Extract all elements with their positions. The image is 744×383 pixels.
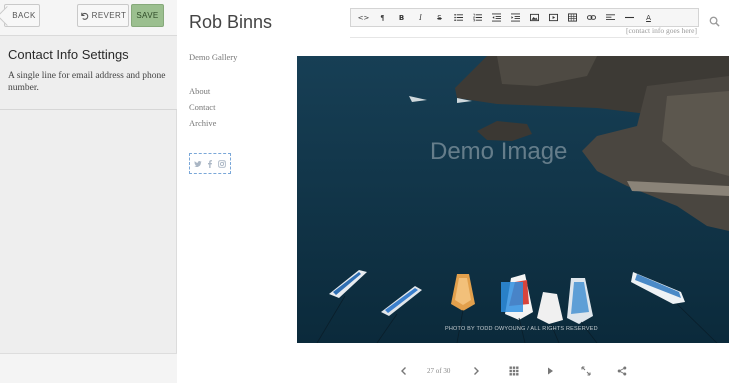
save-button[interactable]: SAVE — [131, 4, 164, 27]
undo-icon — [80, 12, 88, 20]
unordered-list-button[interactable] — [449, 9, 468, 26]
align-button[interactable] — [601, 9, 620, 26]
outdent-icon — [492, 13, 501, 22]
share-icon — [617, 366, 627, 376]
font-color-button[interactable]: A — [639, 9, 658, 26]
outdent-button[interactable] — [487, 9, 506, 26]
insert-image-button[interactable] — [525, 9, 544, 26]
revert-button-label: REVERT — [91, 11, 127, 20]
horizontal-rule-icon — [625, 16, 634, 19]
link-icon — [587, 15, 596, 20]
italic-button[interactable]: I — [411, 9, 430, 26]
bold-icon: B — [398, 13, 405, 22]
rich-text-toolbar: <> ¶ B I S A — [350, 8, 699, 27]
align-left-icon — [606, 14, 615, 21]
back-button-label: BACK — [12, 11, 36, 20]
italic-icon: I — [419, 13, 422, 22]
twitter-icon[interactable] — [194, 160, 202, 168]
search-icon[interactable] — [709, 16, 720, 27]
contact-info-settings-section: Contact Info Settings A single line for … — [0, 36, 177, 110]
revert-button[interactable]: REVERT — [77, 4, 129, 27]
chevron-left-icon — [401, 367, 406, 375]
insert-table-button[interactable] — [563, 9, 582, 26]
settings-panel: BACK REVERT SAVE Contact Info Settings A… — [0, 0, 177, 383]
panel-toolbar: BACK REVERT SAVE — [0, 0, 177, 36]
slideshow-play-button[interactable] — [545, 366, 555, 376]
settings-description: A single line for email address and phon… — [8, 71, 166, 93]
chevron-right-icon — [474, 367, 479, 375]
bold-button[interactable]: B — [392, 9, 411, 26]
indent-button[interactable] — [506, 9, 525, 26]
horizontal-rule-button[interactable] — [620, 9, 639, 26]
save-button-label: SAVE — [136, 11, 159, 20]
video-icon — [549, 13, 558, 22]
nav-link-about[interactable]: About — [189, 86, 210, 96]
ordered-list-icon — [473, 13, 482, 22]
facebook-icon[interactable] — [206, 159, 214, 168]
previous-image-button[interactable] — [399, 366, 409, 376]
site-title[interactable]: Rob Binns — [189, 12, 272, 33]
insert-video-button[interactable] — [544, 9, 563, 26]
settings-title: Contact Info Settings — [8, 47, 129, 62]
social-links[interactable] — [189, 153, 231, 174]
expand-icon — [581, 366, 591, 376]
font-color-icon: A — [646, 13, 651, 22]
strikethrough-icon: S — [437, 13, 442, 22]
unordered-list-icon — [454, 13, 463, 22]
image-icon — [530, 13, 539, 22]
nav-link-demo-gallery[interactable]: Demo Gallery — [189, 52, 237, 62]
indent-icon — [511, 13, 520, 22]
instagram-icon[interactable] — [218, 159, 226, 168]
play-icon — [548, 367, 553, 375]
strikethrough-button[interactable]: S — [430, 9, 449, 26]
demo-image-watermark: Demo Image — [430, 138, 568, 165]
fullscreen-button[interactable] — [581, 366, 591, 376]
table-icon — [568, 13, 577, 22]
ordered-list-button[interactable] — [468, 9, 487, 26]
grid-icon — [509, 366, 519, 376]
gallery-controls: 27 of 30 — [0, 364, 744, 380]
share-button[interactable] — [617, 366, 627, 376]
nav-link-contact[interactable]: Contact — [189, 102, 215, 112]
code-view-button[interactable]: <> — [354, 9, 373, 26]
gallery-image[interactable]: Demo Image PHOTO BY TODD OWYOUNG / ALL R… — [297, 56, 729, 343]
harbor-photo — [297, 56, 729, 343]
next-image-button[interactable] — [471, 366, 481, 376]
paragraph-icon: ¶ — [380, 13, 385, 22]
contact-info-field[interactable]: [contact info goes here] — [350, 26, 699, 38]
image-counter: 27 of 30 — [427, 367, 451, 375]
insert-link-button[interactable] — [582, 9, 601, 26]
back-button[interactable]: BACK — [4, 4, 40, 27]
photo-credit: PHOTO BY TODD OWYOUNG / ALL RIGHTS RESER… — [445, 326, 598, 332]
code-icon: <> — [357, 13, 370, 22]
paragraph-button[interactable]: ¶ — [373, 9, 392, 26]
nav-link-archive[interactable]: Archive — [189, 118, 216, 128]
thumbnails-button[interactable] — [509, 366, 519, 376]
